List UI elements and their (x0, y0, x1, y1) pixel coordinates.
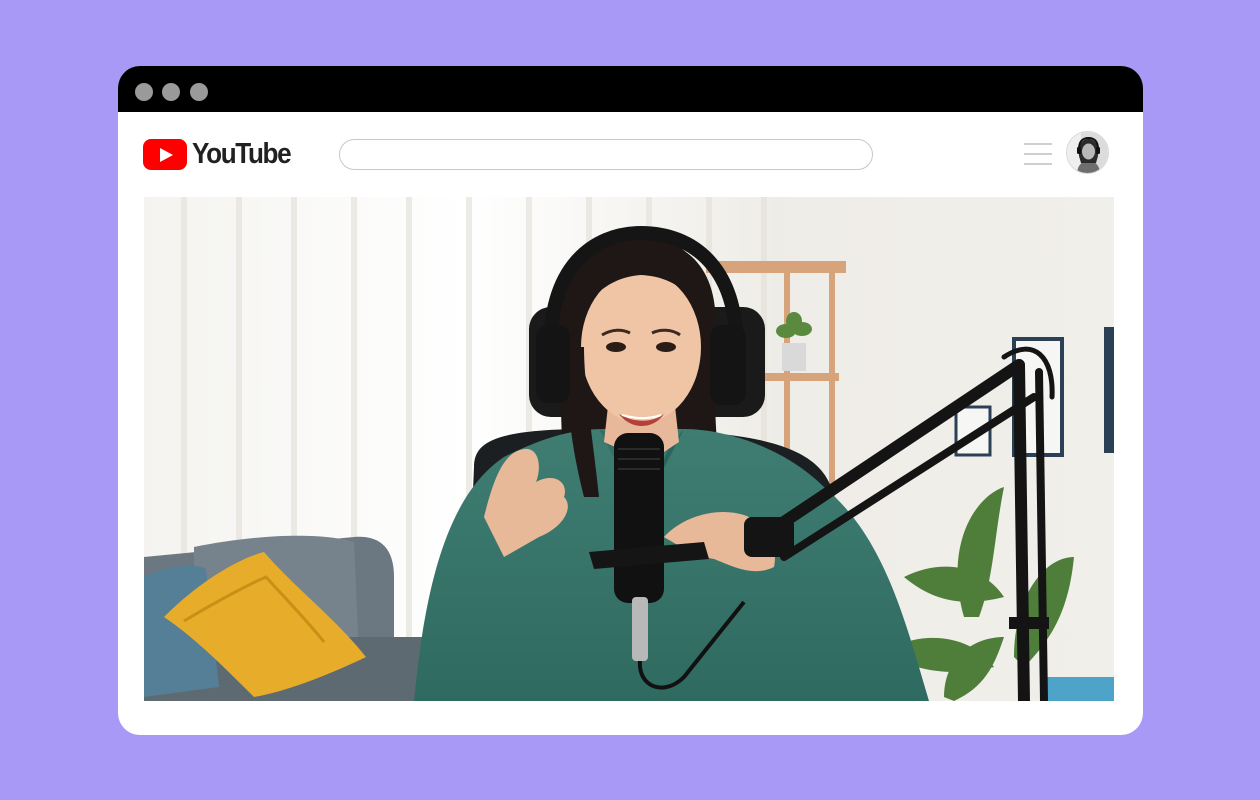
logo-text: YouTube (192, 137, 292, 170)
avatar-image (1067, 132, 1108, 173)
browser-titlebar (118, 66, 1143, 112)
youtube-play-icon (143, 138, 187, 170)
browser-window: YouTube (118, 66, 1143, 735)
window-close-dot[interactable] (135, 83, 153, 101)
avatar[interactable] (1066, 131, 1109, 174)
window-minimize-dot[interactable] (162, 83, 180, 101)
video-player[interactable] (144, 197, 1114, 701)
hamburger-menu-icon[interactable] (1024, 143, 1052, 165)
youtube-logo[interactable]: YouTube (143, 138, 301, 170)
window-maximize-dot[interactable] (190, 83, 208, 101)
search-input[interactable] (339, 139, 873, 170)
video-frame (144, 197, 1114, 701)
